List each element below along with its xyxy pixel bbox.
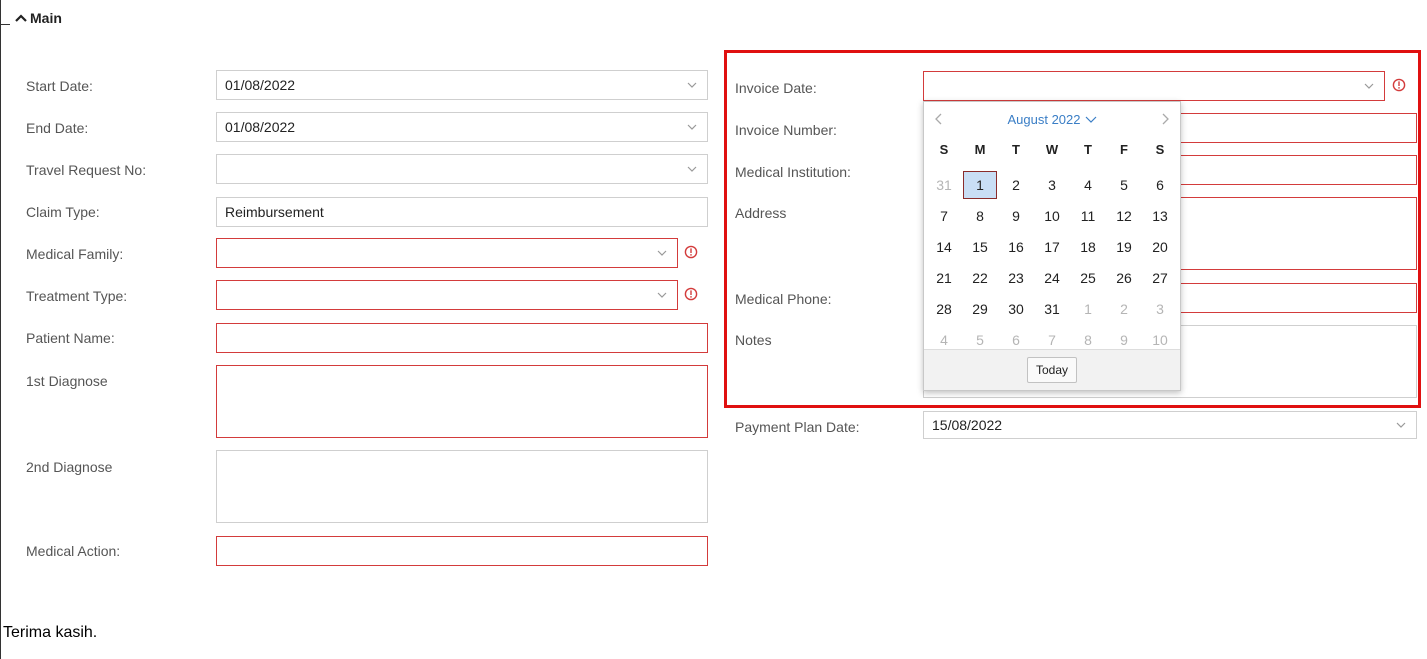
weekday-header: S [939,141,949,157]
claim-type-value: Reimbursement [225,204,324,220]
section-title: Main [30,10,62,26]
calendar-day[interactable]: 17 [1034,231,1070,262]
calendar-day[interactable]: 24 [1034,262,1070,293]
footer-note: Terima kasih. [3,624,98,641]
date-picker-popup: August 2022 S M T W T F S 31 1 2 3 4 5 6 7 8 9 10 11 12 13 14… [923,101,1181,391]
weekday-header: M [974,141,986,157]
payment-plan-date-value: 15/08/2022 [932,417,1003,433]
patient-name-input[interactable] [216,323,708,353]
calendar-day[interactable]: 4 [1070,169,1106,200]
diagnose-1-label: 1st Diagnose [26,373,108,389]
chevron-down-icon [657,250,667,256]
calendar-day[interactable]: 5 [1106,169,1142,200]
calendar-day[interactable]: 28 [926,293,962,324]
calendar-day[interactable]: 23 [998,262,1034,293]
chevron-down-icon [687,166,697,172]
weekday-header: T [1084,141,1092,157]
patient-name-label: Patient Name: [26,330,115,346]
chevron-down-icon [1085,116,1096,123]
medical-family-dropdown[interactable] [216,238,678,268]
calendar-day[interactable]: 22 [962,262,998,293]
calendar-title: August 2022 [1007,111,1081,127]
calendar-day[interactable]: 3 [1034,169,1070,200]
section-connector-line [0,24,10,25]
claim-type-label: Claim Type: [26,204,100,220]
calendar-header: August 2022 [924,102,1180,136]
calendar-day[interactable]: 7 [926,200,962,231]
start-date-value: 01/08/2022 [225,77,296,93]
calendar-day[interactable]: 18 [1070,231,1106,262]
calendar-day[interactable]: 8 [962,200,998,231]
calendar-day[interactable]: 20 [1142,231,1178,262]
calendar-day[interactable]: 2 [998,169,1034,200]
claim-type-input[interactable]: Reimbursement [216,197,708,227]
calendar-day[interactable]: 13 [1142,200,1178,231]
calendar-day-selected[interactable]: 1 [962,169,998,200]
payment-plan-date-label: Payment Plan Date: [735,419,860,435]
left-border-line [0,0,1,659]
chevron-left-icon [935,113,942,125]
weekday-header: S [1155,141,1165,157]
calendar-day[interactable]: 10 [1034,200,1070,231]
calendar-day[interactable]: 12 [1106,200,1142,231]
diagnose-2-label: 2nd Diagnose [26,459,113,475]
calendar-day-other-month[interactable]: 31 [926,169,962,200]
medical-family-label: Medical Family: [26,246,124,262]
calendar-day[interactable]: 25 [1070,262,1106,293]
weekday-header: W [1045,141,1059,157]
medical-action-label: Medical Action: [26,543,121,559]
next-month-button[interactable] [1150,104,1180,134]
selected-day-label: 1 [963,170,997,199]
end-date-value: 01/08/2022 [225,119,296,135]
diagnose-1-textarea[interactable] [216,365,708,438]
calendar-day[interactable]: 29 [962,293,998,324]
calendar-day[interactable]: 6 [1142,169,1178,200]
calendar-day-other-month[interactable]: 2 [1106,293,1142,324]
calendar-day-other-month[interactable]: 1 [1070,293,1106,324]
month-year-selector[interactable]: August 2022 [1007,112,1096,127]
chevron-down-icon [687,124,697,130]
calendar-grid: S M T W T F S 31 1 2 3 4 5 6 7 8 9 10 11 12 13 14 15 16 17 18 19 20… [926,138,1178,355]
calendar-day[interactable]: 31 [1034,293,1070,324]
chevron-up-icon [15,14,27,22]
prev-month-button[interactable] [924,104,954,134]
calendar-day[interactable]: 9 [998,200,1034,231]
calendar-day[interactable]: 11 [1070,200,1106,231]
chevron-down-icon [1396,422,1406,428]
end-date-label: End Date: [26,120,89,136]
error-icon [684,287,698,301]
section-header-main[interactable]: Main [15,10,62,26]
diagnose-2-textarea[interactable] [216,450,708,523]
today-button[interactable]: Today [1026,357,1078,383]
calendar-day[interactable]: 19 [1106,231,1142,262]
chevron-down-icon [657,292,667,298]
end-date-dropdown[interactable]: 01/08/2022 [216,112,708,142]
payment-plan-date-dropdown[interactable]: 15/08/2022 [923,411,1417,439]
calendar-day[interactable]: 21 [926,262,962,293]
calendar-day[interactable]: 30 [998,293,1034,324]
treatment-type-dropdown[interactable] [216,280,678,310]
calendar-footer: Today [924,349,1180,390]
weekday-header: F [1120,141,1128,157]
start-date-dropdown[interactable]: 01/08/2022 [216,70,708,100]
start-date-label: Start Date: [26,78,93,94]
chevron-down-icon [687,82,697,88]
treatment-type-label: Treatment Type: [26,288,128,304]
calendar-day[interactable]: 16 [998,231,1034,262]
chevron-right-icon [1162,113,1169,125]
error-icon [684,245,698,259]
calendar-day[interactable]: 27 [1142,262,1178,293]
weekday-header: T [1012,141,1020,157]
medical-action-input[interactable] [216,536,708,566]
calendar-day-other-month[interactable]: 3 [1142,293,1178,324]
calendar-day[interactable]: 14 [926,231,962,262]
travel-request-label: Travel Request No: [26,162,147,178]
travel-request-dropdown[interactable] [216,154,708,184]
calendar-day[interactable]: 26 [1106,262,1142,293]
calendar-day[interactable]: 15 [962,231,998,262]
